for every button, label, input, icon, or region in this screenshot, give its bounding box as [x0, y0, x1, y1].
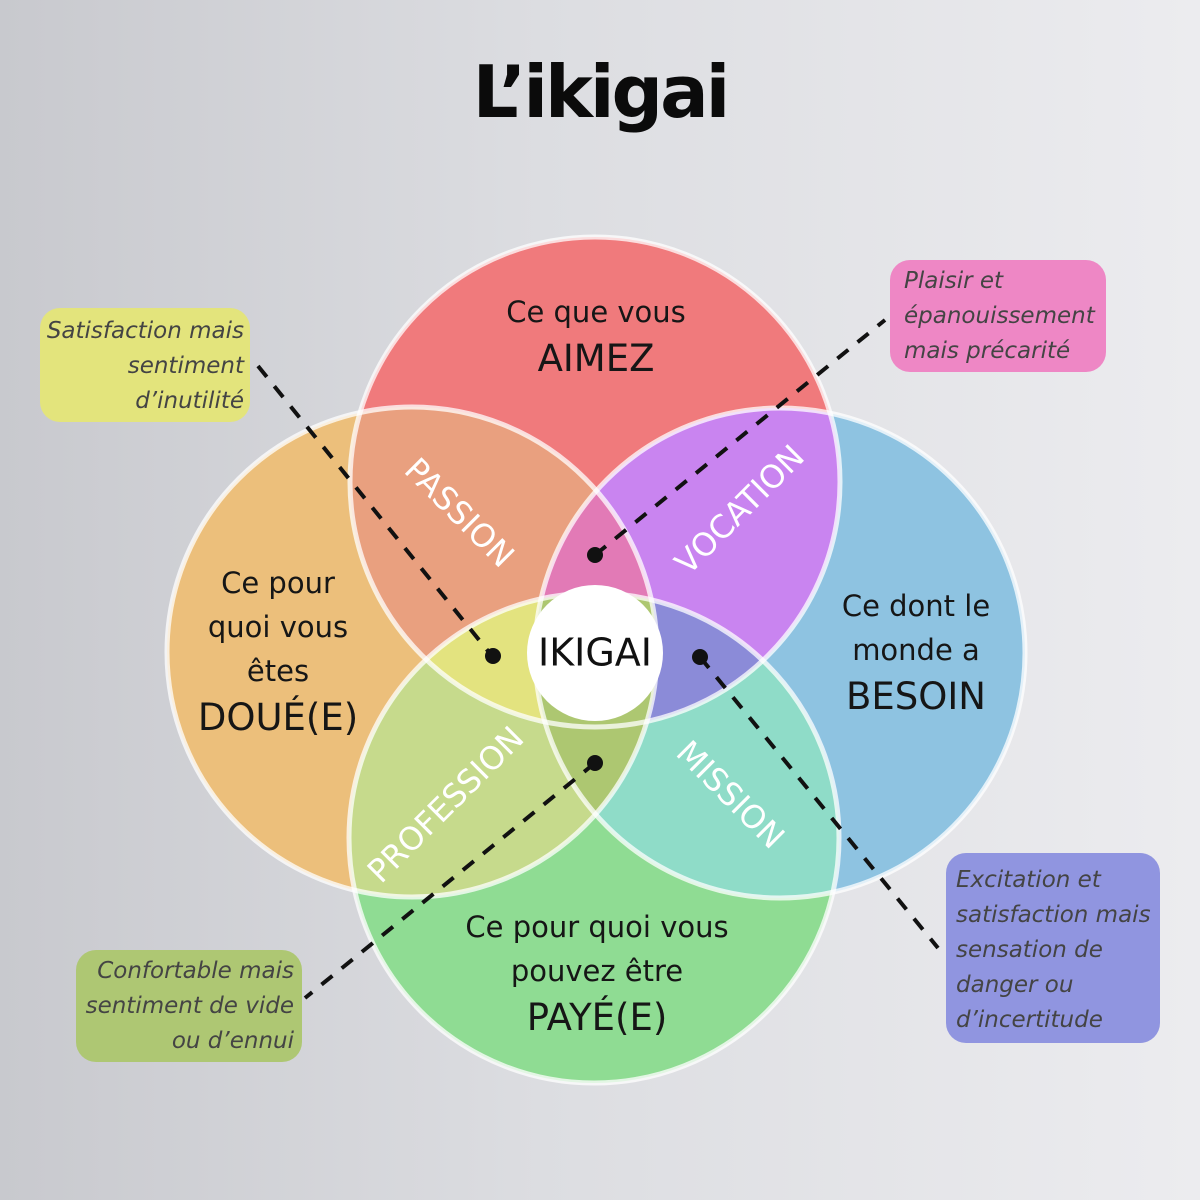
dot-left [485, 648, 501, 664]
callout-plaisir-line-2: épanouissement [904, 303, 1095, 329]
paye-keyword: PAYÉ(E) [526, 996, 668, 1039]
callout-excitation-line-4: danger ou [956, 972, 1074, 998]
callout-excitation-line-1: Excitation et [956, 867, 1101, 893]
doue-line-2: quoi vous [207, 610, 349, 644]
callout-excitation-line-5: d’incertitude [956, 1007, 1103, 1033]
aimez-line-1: Ce que vous [506, 295, 686, 329]
doue-keyword: DOUÉ(E) [197, 696, 359, 739]
paye-line-1: Ce pour quoi vous [465, 910, 729, 944]
page-title: L’ikigai [472, 50, 731, 134]
doue-line-1: Ce pour [221, 566, 335, 600]
callout-excitation: Excitation et satisfaction mais sensatio… [946, 853, 1160, 1043]
callout-satisfaction-line-3: d’inutilité [135, 388, 244, 414]
callout-excitation-line-2: satisfaction mais [956, 902, 1151, 928]
circle-aimez-caption: Ce que vous AIMEZ [446, 290, 746, 384]
aimez-keyword: AIMEZ [537, 337, 655, 380]
callout-satisfaction: Satisfaction mais sentiment d’inutilité [40, 308, 250, 422]
besoin-line-2: monde a [852, 633, 980, 667]
dot-right [692, 649, 708, 665]
circle-doue-caption: Ce pour quoi vous êtes DOUÉ(E) [148, 561, 408, 743]
dot-top [587, 547, 603, 563]
circle-paye-caption: Ce pour quoi vous pouvez être PAYÉ(E) [417, 905, 777, 1043]
dot-bottom [587, 755, 603, 771]
callout-plaisir-line-1: Plaisir et [904, 268, 1004, 294]
circle-besoin-caption: Ce dont le monde a BESOIN [786, 584, 1046, 722]
callout-excitation-line-3: sensation de [956, 937, 1103, 963]
besoin-keyword: BESOIN [846, 675, 986, 718]
callout-confortable-line-2: sentiment de vide [85, 993, 294, 1019]
callout-confortable-line-1: Confortable mais [97, 958, 294, 984]
callout-plaisir-line-3: mais précarité [904, 338, 1071, 364]
label-ikigai: IKIGAI [538, 631, 652, 675]
paye-line-2: pouvez être [510, 954, 684, 988]
callout-confortable: Confortable mais sentiment de vide ou d’… [76, 950, 302, 1062]
callout-confortable-line-3: ou d’ennui [171, 1028, 294, 1054]
callout-satisfaction-line-1: Satisfaction mais [46, 318, 244, 344]
callout-plaisir: Plaisir et épanouissement mais précarité [890, 260, 1106, 372]
callout-satisfaction-line-2: sentiment [127, 353, 244, 379]
doue-line-3: êtes [246, 654, 310, 688]
besoin-line-1: Ce dont le [841, 589, 991, 623]
